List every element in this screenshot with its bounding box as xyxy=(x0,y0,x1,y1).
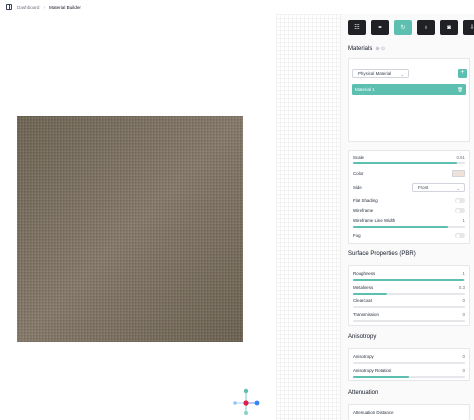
color-row: Color xyxy=(353,171,465,176)
clearcoat-slider[interactable] xyxy=(353,306,465,308)
flat-shading-toggle[interactable] xyxy=(455,198,465,203)
wireframe-width-slider-fill xyxy=(353,226,449,228)
fog-label: Fog xyxy=(353,233,361,238)
wireframe-row: Wireframe xyxy=(353,208,465,213)
fog-toggle[interactable] xyxy=(455,233,465,238)
refresh-icon: ↻ xyxy=(400,25,406,31)
wireframe-label: Wireframe xyxy=(353,208,374,213)
wireframe-width-row: Wireframe Line Width 1 xyxy=(353,218,465,223)
link-button[interactable]: ⚭ xyxy=(371,20,389,35)
color-swatch[interactable] xyxy=(452,170,465,177)
breadcrumb-current: Material Builder xyxy=(49,4,81,10)
wireframe-width-label: Wireframe Line Width xyxy=(353,218,396,223)
top-bar: Dashboard › Material Builder xyxy=(0,0,474,14)
flat-shading-row: Flat Shading xyxy=(353,198,465,203)
download-icon: ⇩ xyxy=(469,25,474,31)
trash-icon[interactable]: 🗑 xyxy=(457,87,463,93)
flat-shading-label: Flat Shading xyxy=(353,198,378,203)
transmission-row: Transmission 0 xyxy=(353,312,465,317)
sliders-icon: ☷ xyxy=(354,25,360,31)
attenuation-distance-label: Attenuation Distance xyxy=(353,410,394,415)
roughness-slider-fill xyxy=(353,279,464,281)
material-item-label: Material 1 xyxy=(355,87,375,92)
breadcrumb-root[interactable]: Dashboard xyxy=(17,5,39,10)
metalness-slider[interactable] xyxy=(353,293,465,295)
anisotropy-label: Anisotropy xyxy=(353,354,374,359)
roughness-row: Roughness 1 xyxy=(353,271,465,276)
chevron-down-icon: ⌄ xyxy=(456,186,460,191)
sidebar-toggle-icon[interactable] xyxy=(6,4,12,10)
scale-slider[interactable] xyxy=(353,162,465,164)
breadcrumb-separator-icon: › xyxy=(43,4,46,10)
scale-slider-fill xyxy=(353,162,458,164)
anisotropy-title: Anisotropy xyxy=(348,334,377,340)
anisotropy-slider[interactable] xyxy=(353,362,465,364)
transmission-slider[interactable] xyxy=(353,320,465,322)
roughness-value: 1 xyxy=(462,271,465,276)
transmission-value: 0 xyxy=(462,312,465,317)
color-label: Color xyxy=(353,171,364,176)
camera-icon: ◙ xyxy=(447,24,451,31)
scale-value: 0.61 xyxy=(456,155,465,160)
metalness-value: 0.3 xyxy=(458,285,465,290)
viewport-grid xyxy=(276,14,340,420)
material-preview-plane[interactable] xyxy=(17,116,243,342)
attenuation-title: Attenuation xyxy=(348,390,379,396)
scale-row: Scale 0.61 xyxy=(353,155,465,160)
anisotropy-rotation-row: Anisotropy Rotation 0 xyxy=(353,368,465,373)
add-material-button[interactable]: + xyxy=(458,69,467,78)
camera-button[interactable]: ◙ xyxy=(440,20,458,35)
clearcoat-value: 0 xyxy=(462,298,465,303)
fog-row: Fog xyxy=(353,233,465,238)
wireframe-width-value: 1 xyxy=(462,218,465,223)
material-actions-icon[interactable]: ⊕ ⊙ xyxy=(375,46,385,52)
anisotropy-rotation-slider[interactable] xyxy=(353,376,465,378)
download-button[interactable]: ⇩ xyxy=(463,20,474,35)
side-value: Front xyxy=(418,185,429,190)
material-type-value: Physical Material xyxy=(358,71,392,76)
bulb-button[interactable]: ♁ xyxy=(417,20,435,35)
bulb-icon: ♁ xyxy=(423,24,429,31)
clearcoat-row: Clearcoat 0 xyxy=(353,298,465,303)
anisotropy-value: 0 xyxy=(462,354,465,359)
side-label: Side xyxy=(353,185,362,190)
roughness-label: Roughness xyxy=(353,271,376,276)
material-list-item[interactable]: Material 1 🗑 xyxy=(352,84,466,95)
axis-gizmo-icon[interactable] xyxy=(230,386,262,418)
wireframe-toggle[interactable] xyxy=(455,208,465,213)
anisotropy-rotation-slider-fill xyxy=(353,376,409,378)
link-icon: ⚭ xyxy=(377,25,383,31)
material-type-select[interactable]: Physical Material ⌄ xyxy=(352,69,409,78)
chevron-down-icon: ⌄ xyxy=(400,72,404,77)
roughness-slider[interactable] xyxy=(353,279,465,281)
materials-title: Materials ⊕ ⊙ xyxy=(348,46,385,52)
scale-label: Scale xyxy=(353,155,364,160)
metalness-slider-fill xyxy=(353,293,387,295)
sliders-button[interactable]: ☷ xyxy=(348,20,366,35)
anisotropy-rotation-value: 0 xyxy=(462,368,465,373)
anisotropy-row: Anisotropy 0 xyxy=(353,354,465,359)
metalness-label: Metalness xyxy=(353,285,374,290)
basic-properties-card xyxy=(348,150,470,244)
toolbar: ☷ ⚭ ↻ ♁ ◙ ⇩ xyxy=(348,20,474,35)
materials-title-text: Materials xyxy=(348,46,373,52)
anisotropy-rotation-label: Anisotropy Rotation xyxy=(353,368,392,373)
wireframe-width-slider[interactable] xyxy=(353,226,465,228)
metalness-row: Metalness 0.3 xyxy=(353,285,465,290)
side-select[interactable]: Front ⌄ xyxy=(412,183,465,192)
clearcoat-label: Clearcoat xyxy=(353,298,372,303)
surface-title: Surface Properties (PBR) xyxy=(348,251,416,257)
transmission-label: Transmission xyxy=(353,312,379,317)
attenuation-distance-row: Attenuation Distance xyxy=(353,410,465,415)
refresh-button[interactable]: ↻ xyxy=(394,20,412,35)
